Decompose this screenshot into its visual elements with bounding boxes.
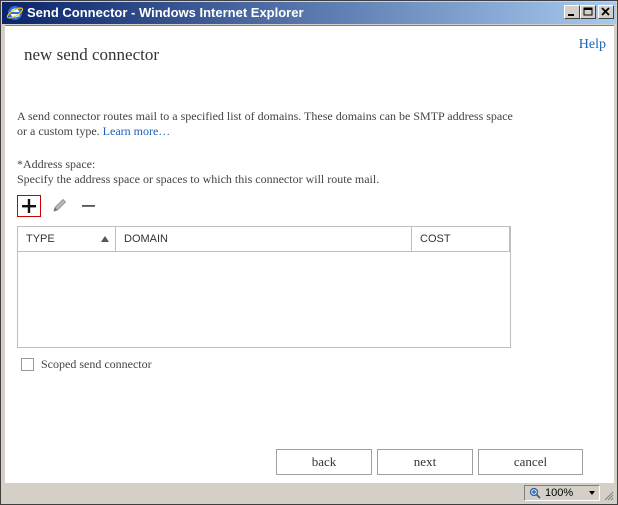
next-button[interactable]: next [377, 449, 473, 475]
page-title: new send connector [24, 45, 160, 64]
title-bar: Send Connector - Windows Internet Explor… [2, 2, 616, 24]
zoom-icon [529, 487, 541, 499]
cancel-button[interactable]: cancel [478, 449, 583, 475]
minimize-button[interactable] [564, 5, 580, 19]
close-icon [601, 7, 610, 16]
zoom-control[interactable]: 100% [524, 485, 600, 501]
remove-button[interactable] [79, 195, 99, 217]
sort-ascending-icon [101, 236, 109, 242]
add-button[interactable] [17, 195, 41, 217]
description-text: A send connector routes mail to a specif… [17, 109, 513, 138]
pencil-icon [53, 198, 67, 212]
address-space-table: TYPE DOMAIN COST [17, 226, 511, 348]
address-space-help: Specify the address space or spaces to w… [17, 172, 380, 186]
description: A send connector routes mail to a specif… [17, 109, 517, 139]
minus-icon [82, 205, 95, 207]
edit-button[interactable] [49, 195, 69, 217]
column-header-domain[interactable]: DOMAIN [116, 227, 412, 251]
scoped-send-connector-label[interactable]: Scoped send connector [41, 357, 152, 372]
back-button[interactable]: back [276, 449, 372, 475]
chevron-down-icon [589, 491, 595, 495]
help-link[interactable]: Help [579, 37, 606, 53]
window-title: Send Connector - Windows Internet Explor… [27, 5, 304, 20]
resize-grip-icon[interactable] [604, 491, 614, 501]
maximize-button[interactable] [580, 5, 596, 19]
dialog-content: Help new send connector A send connector… [5, 25, 614, 483]
learn-more-link[interactable]: Learn more… [103, 124, 171, 138]
table-header: TYPE DOMAIN COST [18, 227, 510, 252]
browser-window: Send Connector - Windows Internet Explor… [0, 0, 618, 505]
status-bar: 100% [2, 483, 616, 503]
column-type-label: TYPE [26, 233, 55, 245]
column-domain-label: DOMAIN [124, 233, 168, 245]
zoom-level: 100% [545, 487, 574, 499]
scoped-send-connector-checkbox[interactable] [21, 358, 34, 371]
internet-explorer-icon [6, 6, 24, 20]
column-header-cost[interactable]: COST [412, 227, 510, 251]
minimize-icon [568, 14, 574, 16]
address-space-label: *Address space: [17, 157, 96, 171]
plus-icon [22, 199, 36, 213]
column-header-type[interactable]: TYPE [18, 227, 116, 251]
maximize-icon [583, 7, 593, 16]
column-cost-label: COST [420, 233, 451, 245]
close-button[interactable] [598, 5, 614, 19]
